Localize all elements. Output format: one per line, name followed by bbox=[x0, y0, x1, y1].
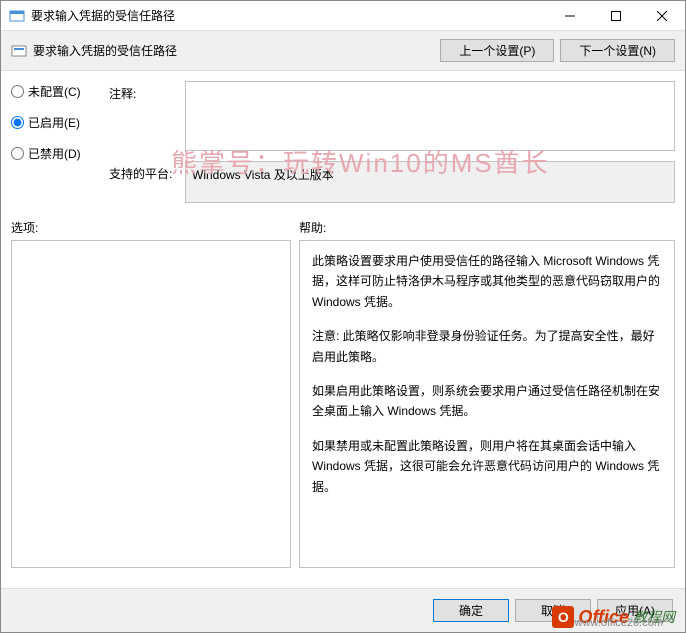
radio-disabled[interactable]: 已禁用(D) bbox=[11, 145, 101, 162]
state-radio-group: 未配置(C) 已启用(E) 已禁用(D) bbox=[11, 81, 101, 213]
radio-not-configured[interactable]: 未配置(C) bbox=[11, 83, 101, 100]
close-button[interactable] bbox=[639, 1, 685, 30]
apply-button[interactable]: 应用(A) bbox=[597, 599, 673, 622]
help-label: 帮助: bbox=[299, 219, 326, 236]
policy-icon bbox=[11, 43, 27, 59]
supported-on-label: 支持的平台: bbox=[109, 161, 185, 203]
ok-button[interactable]: 确定 bbox=[433, 599, 509, 622]
previous-setting-button[interactable]: 上一个设置(P) bbox=[440, 39, 554, 62]
radio-enabled-input[interactable] bbox=[11, 116, 24, 129]
supported-on-value: Windows Vista 及以上版本 bbox=[185, 161, 675, 203]
next-setting-button[interactable]: 下一个设置(N) bbox=[560, 39, 675, 62]
comment-label: 注释: bbox=[109, 81, 185, 151]
minimize-button[interactable] bbox=[547, 1, 593, 30]
options-panel bbox=[11, 240, 291, 568]
app-icon bbox=[9, 8, 25, 24]
policy-dialog-window: 要求输入凭据的受信任路径 要求输入凭据的受信任路径 上一个设置(P) 下一个设置… bbox=[0, 0, 686, 633]
options-label: 选项: bbox=[11, 219, 299, 236]
radio-not-configured-input[interactable] bbox=[11, 85, 24, 98]
window-title: 要求输入凭据的受信任路径 bbox=[31, 7, 547, 24]
policy-title: 要求输入凭据的受信任路径 bbox=[33, 42, 177, 59]
radio-enabled[interactable]: 已启用(E) bbox=[11, 114, 101, 131]
titlebar: 要求输入凭据的受信任路径 bbox=[1, 1, 685, 31]
help-paragraph: 注意: 此策略仅影响非登录身份验证任务。为了提高安全性，最好启用此策略。 bbox=[312, 326, 662, 367]
radio-disabled-input[interactable] bbox=[11, 147, 24, 160]
dialog-footer: 确定 取消 应用(A) bbox=[1, 588, 685, 632]
radio-not-configured-label: 未配置(C) bbox=[28, 83, 81, 100]
comment-textarea[interactable] bbox=[185, 81, 675, 151]
subheader: 要求输入凭据的受信任路径 上一个设置(P) 下一个设置(N) bbox=[1, 31, 685, 71]
radio-enabled-label: 已启用(E) bbox=[28, 114, 80, 131]
help-paragraph: 如果启用此策略设置，则系统会要求用户通过受信任路径机制在安全桌面上输入 Wind… bbox=[312, 381, 662, 422]
radio-disabled-label: 已禁用(D) bbox=[28, 145, 81, 162]
help-paragraph: 如果禁用或未配置此策略设置，则用户将在其桌面会话中输入 Windows 凭据，这… bbox=[312, 436, 662, 497]
cancel-button[interactable]: 取消 bbox=[515, 599, 591, 622]
help-panel[interactable]: 此策略设置要求用户使用受信任的路径输入 Microsoft Windows 凭据… bbox=[299, 240, 675, 568]
help-paragraph: 此策略设置要求用户使用受信任的路径输入 Microsoft Windows 凭据… bbox=[312, 251, 662, 312]
maximize-button[interactable] bbox=[593, 1, 639, 30]
